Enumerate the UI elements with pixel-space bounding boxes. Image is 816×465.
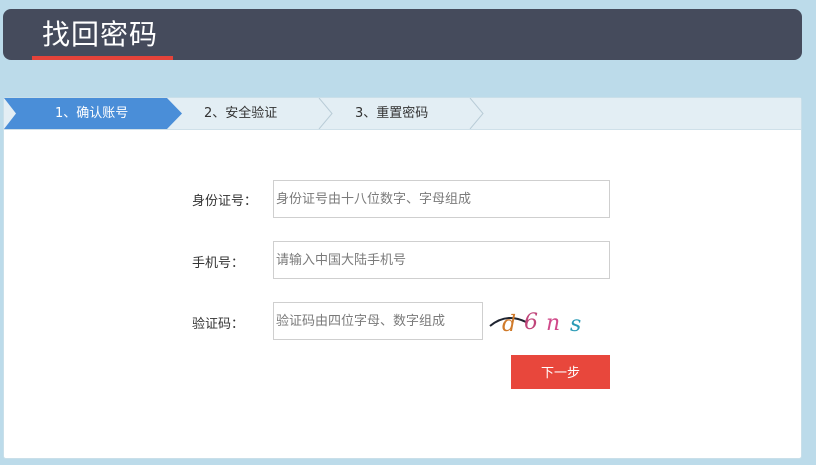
captcha-char: 6	[524, 310, 538, 335]
captcha-char: s	[570, 312, 581, 337]
page-header: 找回密码	[3, 9, 802, 60]
captcha-input[interactable]	[273, 302, 483, 340]
page-title: 找回密码	[42, 18, 159, 51]
step-indicator: 1、确认账号 2、安全验证 3、重置密码	[4, 98, 801, 130]
id-card-label: 身份证号：	[192, 194, 258, 209]
step-1-confirm-account: 1、确认账号	[55, 106, 129, 121]
step-separator	[469, 98, 484, 129]
captcha-image[interactable]: d 6 n s	[488, 304, 604, 338]
step-2-security-verify: 2、安全验证	[204, 106, 278, 121]
captcha-char: d	[502, 312, 516, 337]
next-step-button[interactable]: 下一步	[511, 355, 610, 389]
captcha-char: n	[546, 311, 560, 336]
id-card-input[interactable]	[273, 180, 610, 218]
title-underline	[32, 56, 173, 60]
phone-label: 手机号：	[192, 256, 245, 271]
form-panel: 1、确认账号 2、安全验证 3、重置密码 身份证号： 手机号： 验证码： d 6…	[3, 97, 802, 459]
step-separator	[318, 98, 333, 129]
step-3-reset-password: 3、重置密码	[355, 106, 429, 121]
phone-input[interactable]	[273, 241, 610, 279]
captcha-label: 验证码：	[192, 317, 245, 332]
